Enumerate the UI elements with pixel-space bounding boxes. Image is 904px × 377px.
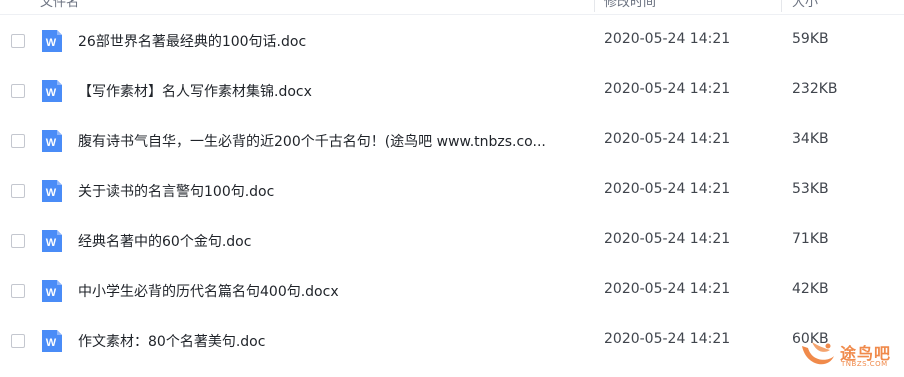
file-modified-date: 2020-05-24 14:21 [604,331,731,347]
file-name[interactable]: 26部世界名著最经典的100句话.doc [78,31,583,51]
file-modified-date: 2020-05-24 14:21 [604,281,731,297]
file-modified-date: 2020-05-24 14:21 [604,181,731,197]
svg-text:W: W [46,337,57,349]
word-doc-icon: W [40,279,64,307]
file-row[interactable]: W 【写作素材】名人写作素材集锦.docx 2020-05-24 14:21 232K… [0,66,904,116]
file-name[interactable]: 作文素材：80个名著美句.doc [78,331,583,351]
file-modified-date: 2020-05-24 14:21 [604,31,731,47]
file-list-page: 文件名 修改时间 大小 W 26部世界名著最经典的100句话.doc 2020-05… [0,0,904,377]
file-row[interactable]: W 中小学生必背的历代名篇名句400句.docx 2020-05-24 14:21 4… [0,266,904,316]
file-name[interactable]: 经典名著中的60个金句.doc [78,231,583,251]
row-checkbox[interactable] [11,234,25,248]
word-doc-icon: W [40,129,64,157]
row-checkbox[interactable] [11,134,25,148]
date-column-header[interactable]: 修改时间 [604,0,656,10]
word-doc-icon: W [40,229,64,257]
column-divider[interactable] [781,0,782,12]
file-list-header: 文件名 修改时间 大小 [0,0,904,15]
row-checkbox[interactable] [11,184,25,198]
word-doc-icon: W [40,329,64,357]
file-size: 53KB [792,181,829,197]
word-doc-icon: W [40,79,64,107]
file-size: 71KB [792,231,829,247]
file-modified-date: 2020-05-24 14:21 [604,131,731,147]
file-size: 34KB [792,131,829,147]
svg-text:W: W [46,287,57,299]
file-size: 232KB [792,81,838,97]
file-name[interactable]: 关于读书的名言警句100句.doc [78,181,583,201]
file-name[interactable]: 【写作素材】名人写作素材集锦.docx [78,81,583,101]
size-column-header[interactable]: 大小 [792,0,818,10]
file-modified-date: 2020-05-24 14:21 [604,231,731,247]
file-name[interactable]: 中小学生必背的历代名篇名句400句.docx [78,281,583,301]
svg-text:W: W [46,137,57,149]
row-checkbox[interactable] [11,34,25,48]
file-row[interactable]: W 腹有诗书气自华，一生必背的近200个千古名句！(途鸟吧 www.tnbzs.c… [0,116,904,166]
watermark-subtext: TNBZS.COM [841,360,888,368]
column-divider[interactable] [594,0,595,12]
file-row[interactable]: W 作文素材：80个名著美句.doc 2020-05-24 14:21 60KB [0,316,904,366]
word-doc-icon: W [40,29,64,57]
file-name[interactable]: 腹有诗书气自华，一生必背的近200个千古名句！(途鸟吧 www.tnbzs.co… [78,131,583,151]
row-checkbox[interactable] [11,334,25,348]
file-row[interactable]: W 经典名著中的60个金句.doc 2020-05-24 14:21 71KB [0,216,904,266]
row-checkbox[interactable] [11,284,25,298]
svg-text:W: W [46,87,57,99]
site-watermark: 途鸟吧 TNBZS.COM [798,336,902,374]
svg-text:W: W [46,37,57,49]
svg-text:W: W [46,237,57,249]
bird-logo-icon [802,342,834,365]
file-row[interactable]: W 关于读书的名言警句100句.doc 2020-05-24 14:21 53KB [0,166,904,216]
file-row[interactable]: W 26部世界名著最经典的100句话.doc 2020-05-24 14:21 59K… [0,16,904,66]
file-size: 59KB [792,31,829,47]
file-modified-date: 2020-05-24 14:21 [604,81,731,97]
file-size: 42KB [792,281,829,297]
word-doc-icon: W [40,179,64,207]
name-column-header[interactable]: 文件名 [40,0,79,10]
svg-text:W: W [46,187,57,199]
row-checkbox[interactable] [11,84,25,98]
